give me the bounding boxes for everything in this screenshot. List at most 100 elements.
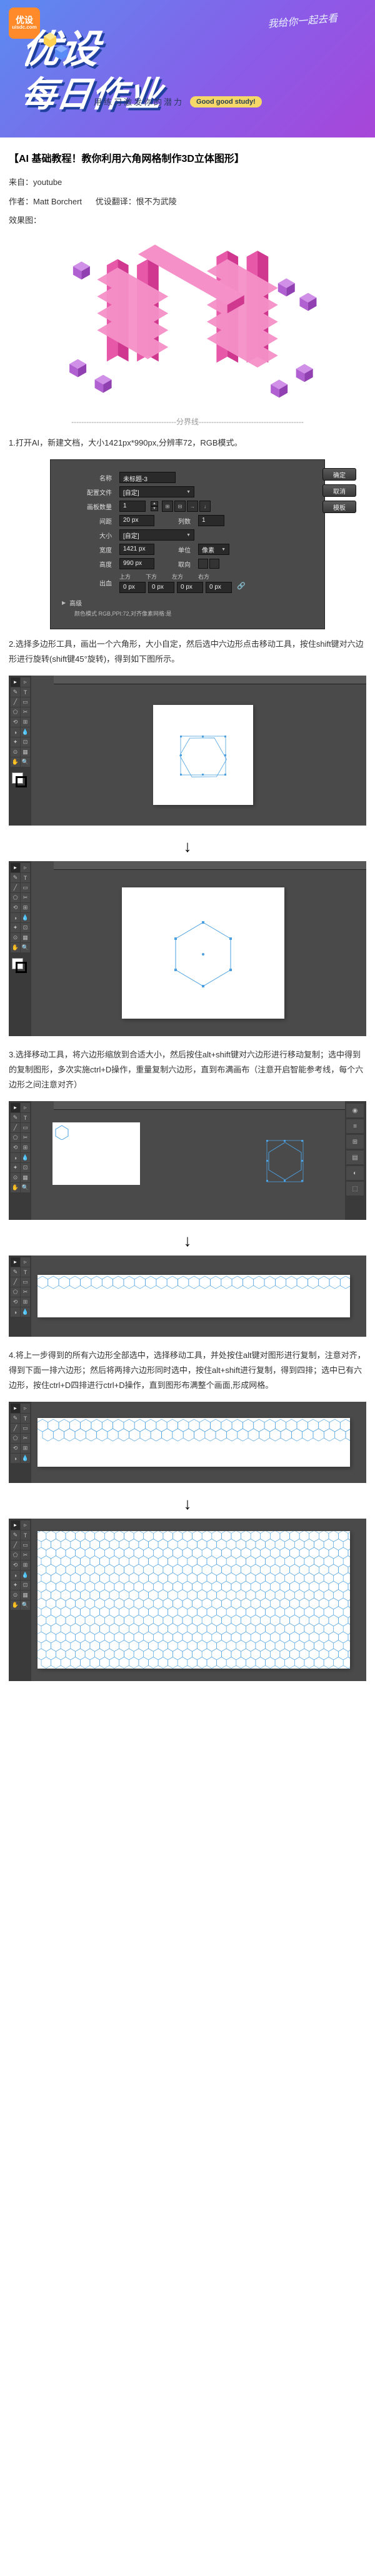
header-banner: 优设 uisdc.com 我给你一起去看 优设 优设 每日作业 每日作业 用练习…	[0, 0, 375, 137]
pen-tool-icon[interactable]: ✎	[11, 687, 20, 697]
banner-subtitle: 用练习激发你的潜力	[94, 96, 184, 107]
artboards-stepper[interactable]: ▲▼	[151, 501, 158, 511]
size-label: 大小	[62, 531, 116, 540]
zoom-tool-icon[interactable]: 🔍	[21, 757, 30, 767]
gradient-tool-icon[interactable]: ◑	[11, 727, 20, 737]
new-document-dialog: 确定 取消 模板 名称 未标题-3 配置文件 [自定]▼ 画板数量 1 ▲▼ ⊞…	[50, 459, 325, 629]
scissors-tool-icon[interactable]: ✂	[21, 707, 30, 717]
ai-toolbar: ▸▹ ✎T ╱▭ ⬠✂ ⟲⊞ ◑💧	[9, 1256, 31, 1337]
bleed-right-label: 右方	[198, 572, 209, 581]
transparency-panel-icon[interactable]: ⬚	[346, 1182, 364, 1196]
ai-workspace-step3b: ▸▹ ✎T ╱▭ ⬠✂ ⟲⊞ ◑💧	[9, 1256, 366, 1337]
artboards-input[interactable]: 1	[119, 501, 146, 512]
logo-text: 优设	[16, 16, 33, 25]
artboard	[122, 887, 284, 1019]
step-1-text: 1.打开AI，新建文档，大小1421px*990px,分辨率72，RGB模式。	[9, 436, 366, 451]
rotate-tool-icon[interactable]: ⟲	[11, 717, 20, 727]
layers-panel-icon[interactable]: ▤	[346, 1151, 364, 1164]
stroke-panel-icon[interactable]: ⊞	[346, 1135, 364, 1149]
artboards-label: 画板数量	[62, 502, 116, 511]
hand-tool-icon[interactable]: ✋	[11, 757, 20, 767]
bleed-bottom-input[interactable]: 0 px	[148, 582, 174, 593]
banner-title-art: 优设 优设 每日作业 每日作业	[25, 25, 212, 125]
orientation-buttons[interactable]	[198, 559, 219, 569]
template-button[interactable]: 模板	[322, 501, 356, 513]
slice-tool-icon[interactable]: ⊙	[11, 747, 20, 757]
author-value: Matt Borchert	[33, 197, 82, 206]
color-swatch[interactable]	[11, 771, 28, 789]
flow-arrow-icon: ↓	[9, 1231, 366, 1251]
ai-workspace-step4b: ▸▹ ✎T ╱▭ ⬠✂ ⟲⊞ ◑💧 ✦⊡ ⊙▦ ✋🔍	[9, 1519, 366, 1681]
link-icon[interactable]: 🔗	[237, 582, 246, 593]
type-tool-icon[interactable]: T	[21, 687, 30, 697]
perspective-tool-icon[interactable]: ▦	[21, 747, 30, 757]
ai-toolbar: ▸▹ ✎T ╱▭ ⬠✂ ⟲⊞ ◑💧	[9, 1402, 31, 1483]
symbol-tool-icon[interactable]: ✦	[11, 737, 20, 747]
source-value: youtube	[33, 177, 62, 187]
cols-input[interactable]: 1	[198, 515, 224, 526]
unit-dropdown[interactable]: 像素▼	[198, 544, 229, 555]
scale-tool-icon[interactable]: ⊞	[21, 717, 30, 727]
swatches-panel-icon[interactable]: ≡	[346, 1119, 364, 1133]
step-4-text: 4.将上一步得到的所有六边形全部选中，选择移动工具，并处按住alt键对图形进行复…	[9, 1348, 366, 1393]
banner-subtitle-row: 用练习激发你的潜力 Good good study!	[94, 96, 262, 107]
step-3-text: 3.选择移动工具，将六边形缩放到合适大小，然后按住alt+shift键对六边形进…	[9, 1047, 366, 1092]
bleed-top-input[interactable]: 0 px	[119, 582, 146, 593]
ok-button[interactable]: 确定	[322, 468, 356, 481]
cols-label: 列数	[178, 516, 194, 526]
ai-workspace-step2a: ▸ ▹ ✎ T ╱ ▭ ⬠ ✂ ⟲ ⊞ ◑ 💧 ✦ ⊡ ⊙ ▦ ✋ 🔍	[9, 676, 366, 826]
bleed-top-label: 上方	[119, 572, 131, 581]
chevron-right-icon[interactable]: ▶	[62, 600, 66, 606]
bleed-left-input[interactable]: 0 px	[177, 582, 203, 593]
source-label: 来自：	[9, 177, 33, 187]
color-panel-icon[interactable]: ◉	[346, 1104, 364, 1117]
eyedropper-tool-icon[interactable]: 💧	[21, 727, 30, 737]
width-label: 宽度	[62, 545, 116, 554]
spacing-label: 间距	[62, 516, 116, 526]
spacing-input[interactable]: 20 px	[119, 515, 154, 526]
appearance-panel-icon[interactable]: ◐	[346, 1166, 364, 1180]
ai-panels: ◉ ≡ ⊞ ▤ ◐ ⬚	[345, 1101, 366, 1220]
direct-select-tool-icon[interactable]: ▹	[21, 677, 30, 687]
bleed-bottom-label: 下方	[146, 572, 157, 581]
ai-workspace-step3a: ▸▹ ✎T ╱▭ ⬠✂ ⟲⊞ ◑💧 ✦⊡ ⊙▦ ✋🔍	[9, 1101, 366, 1220]
line-tool-icon[interactable]: ╱	[11, 697, 20, 707]
polygon-tool-icon[interactable]: ⬠	[11, 707, 20, 717]
banner-badge: Good good study!	[190, 96, 262, 107]
preset-label: 配置文件	[62, 487, 116, 497]
width-input[interactable]: 1421 px	[119, 544, 154, 555]
step-2-text: 2.选择多边形工具，画出一个六角形，大小自定，然后选中六边形点击移动工具，按住s…	[9, 637, 366, 667]
ai-workspace-step4a: ▸▹ ✎T ╱▭ ⬠✂ ⟲⊞ ◑💧	[9, 1402, 366, 1483]
banner-tagline: 我给你一起去看	[267, 9, 338, 31]
height-input[interactable]: 990 px	[119, 558, 154, 569]
name-label: 名称	[62, 473, 116, 482]
name-input[interactable]: 未标题-3	[119, 472, 176, 483]
artboard	[153, 705, 253, 805]
section-divider: ----------------------------------------…	[9, 416, 366, 427]
translator-value: 恨不为武陵	[136, 197, 177, 206]
small-hexagon	[55, 1125, 69, 1140]
translator-label: 优设翻译：	[96, 197, 136, 206]
orient-label: 取向	[178, 559, 194, 569]
selected-hexagon	[266, 1140, 304, 1182]
height-label: 高度	[62, 559, 116, 569]
advanced-label[interactable]: 高级	[69, 598, 82, 607]
result-preview: .iso-l{fill:#e858a8}.iso-r{fill:#d03890}…	[9, 235, 366, 404]
bleed-left-label: 左方	[172, 572, 183, 581]
meta-author-row: 作者：Matt Borchert 优设翻译：恨不为武陵	[9, 194, 366, 210]
artboard-tool-icon[interactable]: ⊡	[21, 737, 30, 747]
artboard-row	[38, 1275, 350, 1317]
flow-arrow-icon: ↓	[9, 837, 366, 856]
selection-tool-icon[interactable]: ▸	[11, 677, 20, 687]
rectangle-tool-icon[interactable]: ▭	[21, 697, 30, 707]
meta-source: 来自：youtube	[9, 175, 366, 191]
cancel-button[interactable]: 取消	[322, 484, 356, 497]
bleed-right-input[interactable]: 0 px	[206, 582, 232, 593]
size-dropdown[interactable]: [自定]▼	[119, 529, 194, 541]
preset-dropdown[interactable]: [自定]▼	[119, 486, 194, 497]
article-content: 【AI 基础教程！教你利用六角网格制作3D立体图形】 来自：youtube 作者…	[0, 137, 375, 1705]
flow-arrow-icon: ↓	[9, 1494, 366, 1514]
ai-toolbar: ▸▹ ✎T ╱▭ ⬠✂ ⟲⊞ ◑💧 ✦⊡ ⊙▦ ✋🔍	[9, 861, 31, 1036]
bleed-label: 出血	[62, 578, 116, 587]
artboard-arrange-buttons[interactable]: ⊞⊟→↓	[162, 501, 211, 512]
